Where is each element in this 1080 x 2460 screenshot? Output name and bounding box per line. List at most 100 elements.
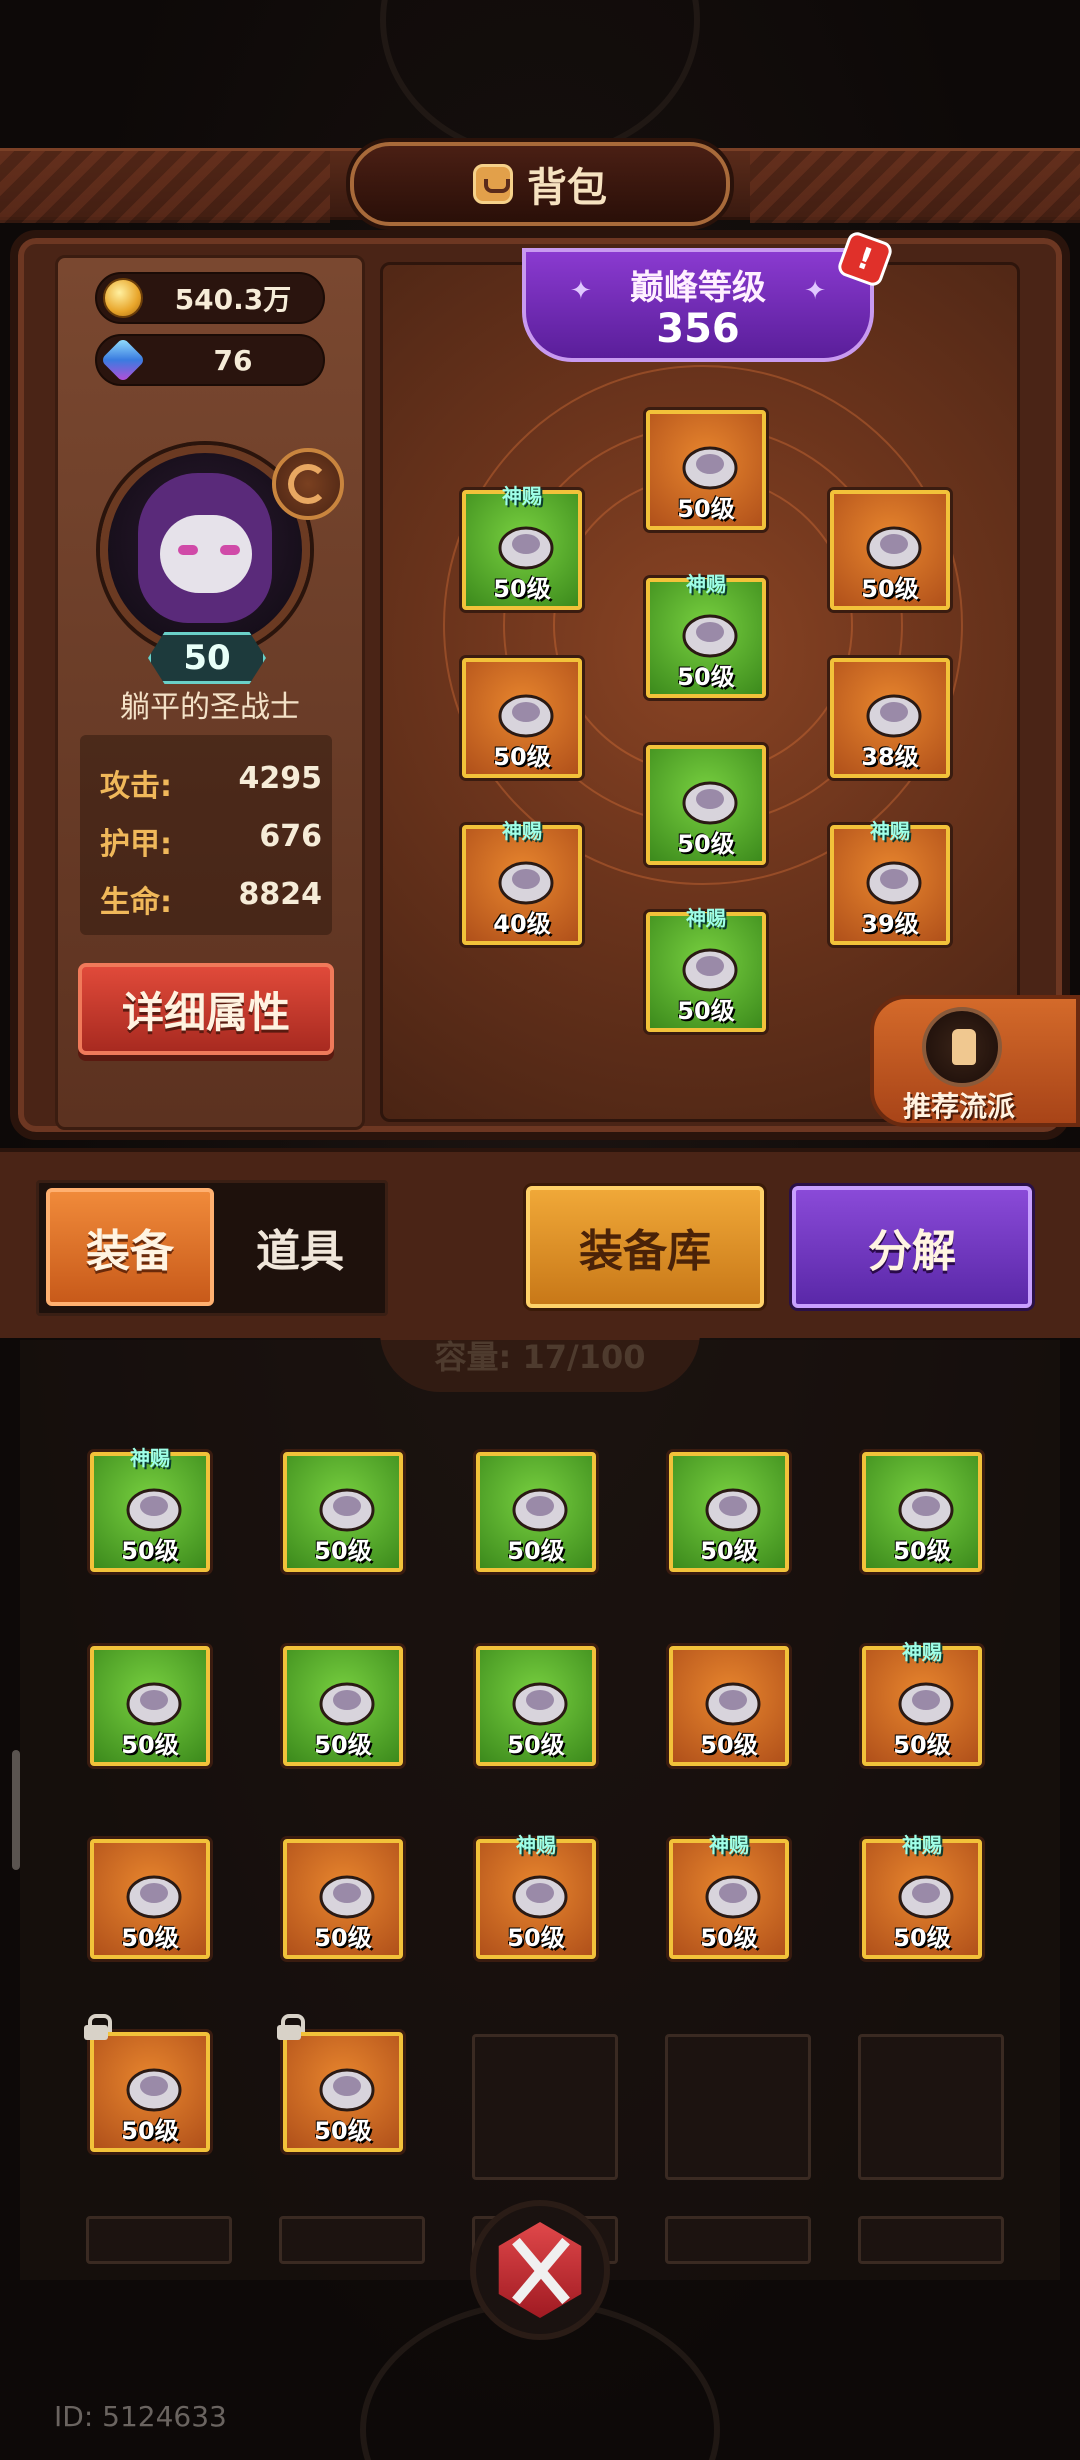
- inventory-slot[interactable]: 50级: [476, 1452, 596, 1572]
- gold-amount: 540.3万: [174, 283, 292, 316]
- gem-icon: [100, 337, 146, 383]
- item-level: 50级: [893, 1731, 951, 1759]
- inventory-slot[interactable]: 50级: [283, 1839, 403, 1959]
- equip-slot-ring[interactable]: 38级: [830, 658, 950, 778]
- empty-inventory-slot[interactable]: [665, 2216, 811, 2264]
- background-ornament: [380, 0, 700, 160]
- item-icon: [890, 1863, 962, 1923]
- inventory-slot[interactable]: 神赐 50级: [90, 1446, 210, 1572]
- item-icon: [858, 514, 930, 574]
- peak-level-banner[interactable]: ✦ ✦ 巅峰等级 356: [522, 248, 874, 362]
- item-level: 50级: [700, 1537, 758, 1565]
- item-level: 50级: [314, 2117, 372, 2145]
- item-icon: [674, 602, 746, 662]
- detail-attributes-button[interactable]: 详细属性: [78, 963, 334, 1055]
- item-level: 38级: [861, 743, 919, 771]
- empty-inventory-slot[interactable]: [665, 2034, 811, 2180]
- inventory-slot[interactable]: 50级: [283, 1452, 403, 1572]
- gold-coin-icon: [103, 278, 143, 318]
- divine-tag: 神赐: [902, 1640, 942, 1664]
- warehouse-button[interactable]: 装备库: [526, 1186, 764, 1308]
- gold-counter: 540.3万: [95, 272, 325, 324]
- item-icon: [858, 849, 930, 909]
- item-level: 50级: [700, 1924, 758, 1952]
- empty-inventory-slot[interactable]: [858, 2216, 1004, 2264]
- item-level: 50级: [493, 575, 551, 603]
- item-icon: [490, 682, 562, 742]
- item-level: 50级: [700, 1731, 758, 1759]
- stat-value: 4295: [238, 761, 323, 796]
- item-icon: [490, 849, 562, 909]
- item-icon: [674, 936, 746, 996]
- item-level: 50级: [677, 830, 735, 858]
- divine-tag: 神赐: [686, 906, 726, 930]
- item-icon: [118, 1670, 190, 1730]
- peak-level-value: 356: [656, 306, 740, 352]
- inventory-slot[interactable]: 50级: [669, 1646, 789, 1766]
- stat-attack: 攻击: 4295: [100, 761, 322, 805]
- equip-slot-boots[interactable]: 神赐 50级: [646, 906, 766, 1032]
- item-level: 50级: [314, 1537, 372, 1565]
- stat-value: 676: [259, 819, 322, 854]
- item-icon: [118, 1863, 190, 1923]
- character-name: 躺平的圣战士: [120, 690, 300, 725]
- tab-equipment[interactable]: 装备: [46, 1188, 214, 1306]
- scrollbar[interactable]: [12, 1750, 20, 1870]
- item-level: 50级: [507, 1537, 565, 1565]
- item-icon: [311, 1476, 383, 1536]
- change-avatar-button[interactable]: [272, 448, 344, 520]
- divine-tag: 神赐: [686, 572, 726, 596]
- divine-tag: 神赐: [516, 1833, 556, 1857]
- empty-inventory-slot[interactable]: [279, 2216, 425, 2264]
- inventory-slot[interactable]: 50级: [862, 1452, 982, 1572]
- inventory-slot[interactable]: 50级: [669, 1452, 789, 1572]
- divine-tag: 神赐: [902, 1833, 942, 1857]
- equip-slot-chest[interactable]: 神赐 50级: [646, 572, 766, 698]
- equip-slot-shoulder[interactable]: 神赐 50级: [462, 484, 582, 610]
- stat-label: 攻击:: [100, 769, 172, 804]
- recommend-build-button[interactable]: 推荐流派: [870, 995, 1080, 1127]
- item-icon: [697, 1863, 769, 1923]
- equip-slot-helmet[interactable]: 50级: [646, 410, 766, 530]
- item-icon: [504, 1863, 576, 1923]
- crossed-swords-icon: [498, 2222, 582, 2318]
- item-level: 50级: [893, 1537, 951, 1565]
- equip-slot-legs[interactable]: 50级: [646, 745, 766, 865]
- item-level: 50级: [314, 1731, 372, 1759]
- inventory-slot[interactable]: 50级: [90, 1839, 210, 1959]
- inventory-slot[interactable]: 50级: [283, 1646, 403, 1766]
- divine-tag: 神赐: [502, 484, 542, 508]
- item-level: 50级: [493, 743, 551, 771]
- equip-slot-trinket[interactable]: 神赐 39级: [830, 819, 950, 945]
- item-icon: [858, 682, 930, 742]
- inventory-slot[interactable]: 神赐 50级: [862, 1833, 982, 1959]
- battle-button[interactable]: [470, 2200, 610, 2340]
- item-level: 50级: [861, 575, 919, 603]
- item-level: 50级: [677, 495, 735, 523]
- inventory-slot[interactable]: 神赐 50级: [862, 1640, 982, 1766]
- dismantle-button[interactable]: 分解: [792, 1186, 1032, 1308]
- item-icon: [311, 1670, 383, 1730]
- inventory-slot[interactable]: 50级: [84, 2014, 210, 2152]
- inventory-slot[interactable]: 50级: [90, 1646, 210, 1766]
- empty-inventory-slot[interactable]: [472, 2034, 618, 2180]
- inventory-slot[interactable]: 神赐 50级: [669, 1833, 789, 1959]
- equip-slot-weapon[interactable]: 神赐 40级: [462, 819, 582, 945]
- equip-slot-amulet[interactable]: 50级: [830, 490, 950, 610]
- inventory-slot[interactable]: 神赐 50级: [476, 1833, 596, 1959]
- item-level: 50级: [121, 1924, 179, 1952]
- inventory-slot[interactable]: 50级: [476, 1646, 596, 1766]
- empty-inventory-slot[interactable]: [86, 2216, 232, 2264]
- item-level: 50级: [677, 997, 735, 1025]
- item-level: 39级: [861, 910, 919, 938]
- refresh-icon: [288, 464, 328, 504]
- tab-items[interactable]: 道具: [216, 1188, 384, 1306]
- divine-tag: 神赐: [502, 819, 542, 843]
- empty-inventory-slot[interactable]: [858, 2034, 1004, 2180]
- inventory-slot[interactable]: 50级: [277, 2014, 403, 2152]
- item-icon: [504, 1670, 576, 1730]
- item-level: 50级: [507, 1924, 565, 1952]
- item-level: 50级: [121, 1731, 179, 1759]
- item-level: 50级: [121, 1537, 179, 1565]
- equip-slot-gloves[interactable]: 50级: [462, 658, 582, 778]
